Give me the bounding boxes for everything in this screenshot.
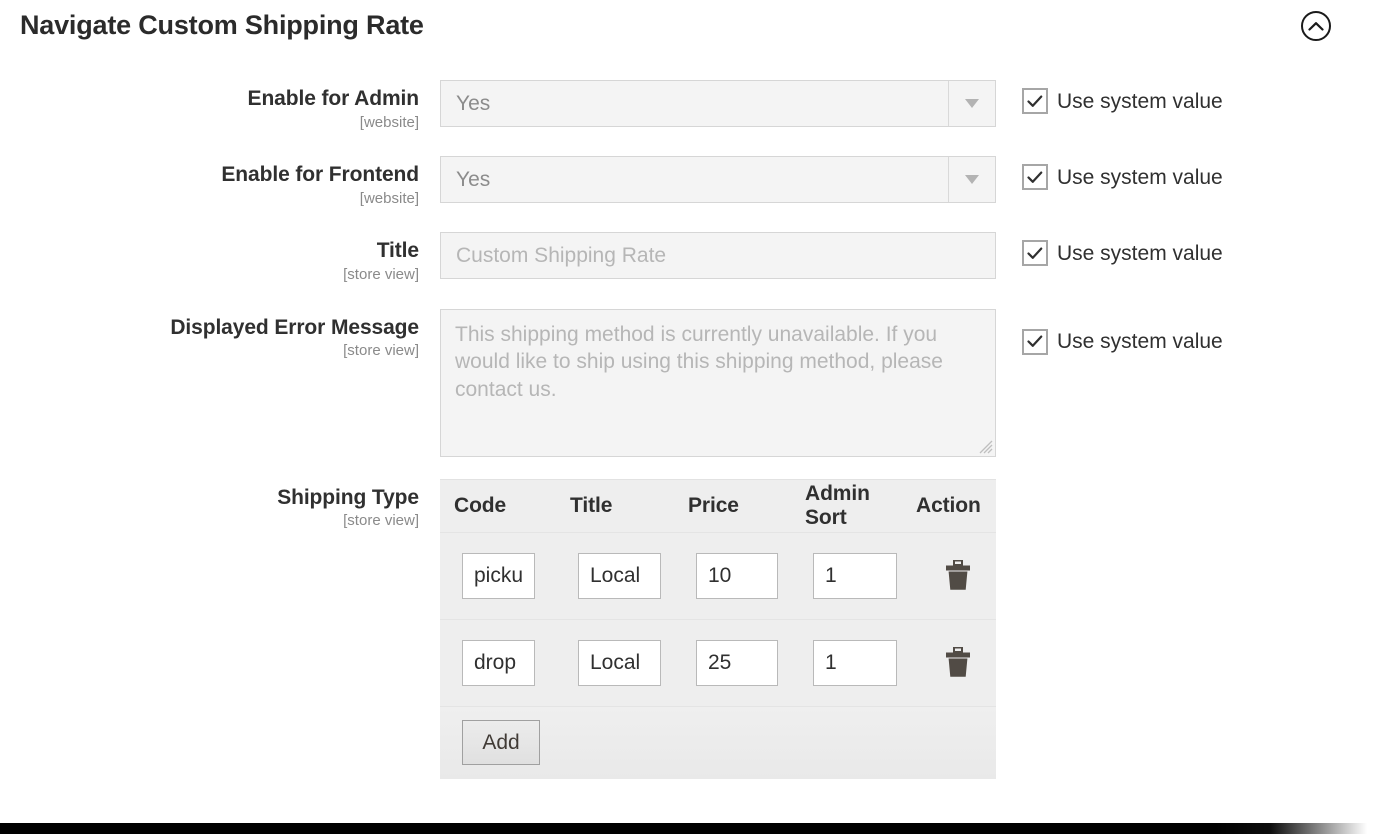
label-title: Title [store view] xyxy=(0,232,440,286)
field-scope: [store view] xyxy=(343,342,419,360)
use-system-value-label: Use system value xyxy=(1057,241,1223,265)
checkbox-checked[interactable] xyxy=(1022,88,1048,114)
field-row-enable-for-frontend: Enable for Frontend [website] Yes Use sy… xyxy=(0,156,1381,210)
section-header: Navigate Custom Shipping Rate xyxy=(0,0,1381,50)
label-enable-for-admin: Enable for Admin [website] xyxy=(0,80,440,134)
trash-icon[interactable] xyxy=(944,647,972,678)
column-header-title: Title xyxy=(570,493,613,517)
title-input-value: Local xyxy=(590,651,641,675)
use-system-value-label: Use system value xyxy=(1057,89,1223,113)
use-system-value-enable-for-admin[interactable]: Use system value xyxy=(1022,88,1223,114)
field-row-displayed-error-message: Displayed Error Message [store view] Thi… xyxy=(0,308,1381,457)
admin-sort-input-value: 1 xyxy=(825,564,837,588)
use-system-value-title[interactable]: Use system value xyxy=(1022,240,1223,267)
field-row-shipping-type: Shipping Type [store view] Code Title Pr… xyxy=(0,478,1381,779)
textarea-value: This shipping method is currently unavai… xyxy=(455,322,943,401)
code-input[interactable]: picku xyxy=(462,552,535,599)
enable-for-admin-select[interactable]: Yes xyxy=(440,80,996,127)
title-input[interactable]: Custom Shipping Rate xyxy=(440,232,996,280)
checkbox-checked[interactable] xyxy=(1022,240,1048,267)
control-shipping-type: Code Title Price Admin Sort Action picku… xyxy=(440,478,996,779)
chevron-up-glyph xyxy=(1308,21,1324,31)
field-label: Enable for Frontend xyxy=(221,163,419,187)
config-form: Enable for Admin [website] Yes Use syste… xyxy=(0,80,1381,801)
code-input-value: drop xyxy=(474,651,517,675)
check-icon xyxy=(1027,171,1043,183)
use-system-value-label: Use system value xyxy=(1057,330,1223,354)
check-icon xyxy=(1027,335,1043,347)
chevron-up-circle-icon[interactable] xyxy=(1301,11,1331,41)
check-icon xyxy=(1027,247,1043,259)
column-header-code: Code xyxy=(454,493,507,517)
price-input-value: 10 xyxy=(708,564,732,588)
chevron-down-icon xyxy=(948,157,995,203)
field-scope: [website] xyxy=(359,189,419,207)
use-system-value-label: Use system value xyxy=(1057,165,1223,189)
page-title: Navigate Custom Shipping Rate xyxy=(20,9,424,40)
admin-sort-input[interactable]: 1 xyxy=(813,639,897,686)
title-input[interactable]: Local xyxy=(578,552,661,599)
title-input-value: Custom Shipping Rate xyxy=(456,244,667,268)
field-row-enable-for-admin: Enable for Admin [website] Yes Use syste… xyxy=(0,80,1381,134)
table-row: drop Local 25 1 xyxy=(440,619,996,707)
shipping-type-table: Code Title Price Admin Sort Action picku… xyxy=(440,478,996,779)
table-footer: Add xyxy=(440,706,996,779)
label-enable-for-frontend: Enable for Frontend [website] xyxy=(0,156,440,210)
column-header-action: Action xyxy=(916,493,981,517)
label-displayed-error-message: Displayed Error Message [store view] xyxy=(0,309,440,363)
trash-icon[interactable] xyxy=(944,560,972,591)
column-header-admin-sort: Admin Sort xyxy=(805,481,870,529)
checkbox-checked[interactable] xyxy=(1022,164,1048,191)
table-header-row: Code Title Price Admin Sort Action xyxy=(440,479,996,533)
field-label: Shipping Type xyxy=(277,485,419,509)
control-enable-for-frontend: Yes Use system value xyxy=(440,156,1223,204)
table-row: picku Local 10 1 xyxy=(440,532,996,620)
admin-sort-input[interactable]: 1 xyxy=(813,552,897,599)
resize-grip-icon[interactable] xyxy=(979,440,993,454)
admin-sort-input-value: 1 xyxy=(825,651,837,675)
control-enable-for-admin: Yes Use system value xyxy=(440,80,1223,127)
select-value: Yes xyxy=(456,168,491,192)
enable-for-frontend-select[interactable]: Yes xyxy=(440,156,996,204)
chevron-down-icon xyxy=(948,81,995,126)
checkbox-checked[interactable] xyxy=(1022,328,1048,355)
config-section-page: Navigate Custom Shipping Rate Enable for… xyxy=(0,0,1381,834)
use-system-value-enable-for-frontend[interactable]: Use system value xyxy=(1022,164,1223,191)
code-input[interactable]: drop xyxy=(462,639,535,686)
bottom-bar xyxy=(0,823,1381,834)
field-scope: [store view] xyxy=(343,266,419,284)
control-displayed-error-message: This shipping method is currently unavai… xyxy=(440,308,1223,457)
price-input[interactable]: 10 xyxy=(696,552,778,599)
price-input-value: 25 xyxy=(708,651,732,675)
add-button[interactable]: Add xyxy=(462,720,540,766)
price-input[interactable]: 25 xyxy=(696,639,778,686)
check-icon xyxy=(1027,95,1043,107)
displayed-error-message-textarea[interactable]: This shipping method is currently unavai… xyxy=(440,308,996,457)
use-system-value-displayed-error-message[interactable]: Use system value xyxy=(1022,328,1223,355)
column-header-price: Price xyxy=(688,493,739,517)
field-label: Title xyxy=(376,239,419,263)
field-scope: [website] xyxy=(359,113,419,131)
field-label: Displayed Error Message xyxy=(170,315,419,339)
control-title: Custom Shipping Rate Use system value xyxy=(440,232,1223,280)
title-input-value: Local xyxy=(590,564,641,588)
title-input[interactable]: Local xyxy=(578,639,661,686)
field-row-title: Title [store view] Custom Shipping Rate … xyxy=(0,232,1381,286)
field-scope: [store view] xyxy=(343,512,419,530)
label-shipping-type: Shipping Type [store view] xyxy=(0,479,440,533)
code-input-value: picku xyxy=(474,564,524,588)
field-label: Enable for Admin xyxy=(247,87,420,110)
select-value: Yes xyxy=(456,92,491,115)
